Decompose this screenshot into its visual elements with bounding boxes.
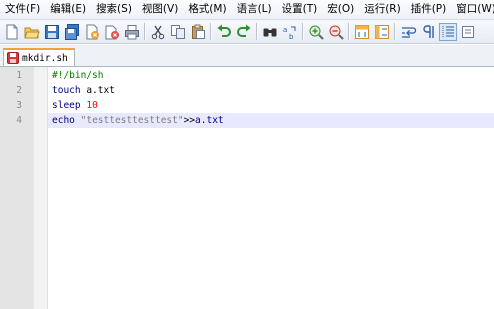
print-icon[interactable] [123,23,141,41]
save-all-icon[interactable] [63,23,81,41]
toolbar-separator [144,23,146,40]
toolbar-separator [302,23,304,40]
line-number: 2 [16,85,22,96]
command-token: sleep [52,100,81,111]
line-number: 1 [16,70,22,81]
find-icon[interactable] [261,23,279,41]
tab-mkdir-sh[interactable]: mkdir.sh [3,48,75,66]
toolbar-separator [394,23,396,40]
line-number: 4 [16,115,22,126]
tab-bar: mkdir.sh [0,45,494,67]
new-file-icon[interactable] [3,23,21,41]
svg-text:b: b [289,33,294,40]
copy-icon[interactable] [169,23,187,41]
code-area[interactable]: #!/bin/sh touch a.txt sleep 10 echo "tes… [48,67,494,309]
menu-settings[interactable]: 设置(T) [277,0,323,19]
menu-search[interactable]: 搜索(S) [91,0,137,19]
line-number: 3 [16,100,22,111]
operator-token: >> [183,115,196,126]
menu-format[interactable]: 格式(M) [183,0,231,19]
menu-run[interactable]: 运行(R) [359,0,406,19]
sync-vertical-icon[interactable] [353,23,371,41]
paste-icon[interactable] [189,23,207,41]
toolbar-separator [256,23,258,40]
sync-horizontal-icon[interactable] [373,23,391,41]
cut-icon[interactable] [149,23,167,41]
number-token: 10 [86,100,98,111]
indent-guide-icon[interactable] [439,22,457,41]
current-code-line: echo "testtesttesttest">>a.txt [48,113,494,128]
undo-icon[interactable] [215,23,233,41]
toolbar: ab [0,20,494,44]
shebang-comment: #!/bin/sh [52,70,104,81]
editor[interactable]: 1 2 3 4 #!/bin/sh touch a.txt sleep 10 e… [0,67,494,309]
word-wrap-icon[interactable] [399,23,417,41]
code-line: #!/bin/sh [48,68,494,83]
line-number-gutter: 1 2 3 4 [0,67,34,309]
menu-bar: 文件(F) 编辑(E) 搜索(S) 视图(V) 格式(M) 语言(L) 设置(T… [0,0,494,20]
menu-plugins[interactable]: 插件(P) [406,0,452,19]
more-icon[interactable] [459,23,477,41]
menu-view[interactable]: 视图(V) [137,0,183,19]
menu-macro[interactable]: 宏(O) [322,0,359,19]
svg-text:a: a [283,26,287,34]
menu-language[interactable]: 语言(L) [232,0,277,19]
close-all-icon[interactable] [103,23,121,41]
redo-icon[interactable] [235,23,253,41]
modified-file-icon [7,52,19,64]
menu-file[interactable]: 文件(F) [0,0,45,19]
toolbar-separator [348,23,350,40]
command-token: touch [52,85,81,96]
show-all-chars-icon[interactable] [419,23,437,41]
code-line: touch a.txt [48,83,494,98]
zoom-in-icon[interactable] [307,23,325,41]
argument-token: a.txt [80,85,115,96]
close-icon[interactable] [83,23,101,41]
replace-icon[interactable]: ab [281,23,299,41]
string-token: "testtesttesttest" [80,115,184,126]
open-file-icon[interactable] [23,23,41,41]
toolbar-separator [210,23,212,40]
fold-margin[interactable] [34,67,48,309]
zoom-out-icon[interactable] [327,23,345,41]
save-icon[interactable] [43,23,61,41]
notepad-plus-plus-window: 文件(F) 编辑(E) 搜索(S) 视图(V) 格式(M) 语言(L) 设置(T… [0,0,494,309]
filename-token: a.txt [195,115,224,126]
tab-label: mkdir.sh [22,52,68,64]
menu-window[interactable]: 窗口(W) [451,0,494,19]
command-token: echo [52,115,75,126]
menu-edit[interactable]: 编辑(E) [45,0,91,19]
code-line: sleep 10 [48,98,494,113]
